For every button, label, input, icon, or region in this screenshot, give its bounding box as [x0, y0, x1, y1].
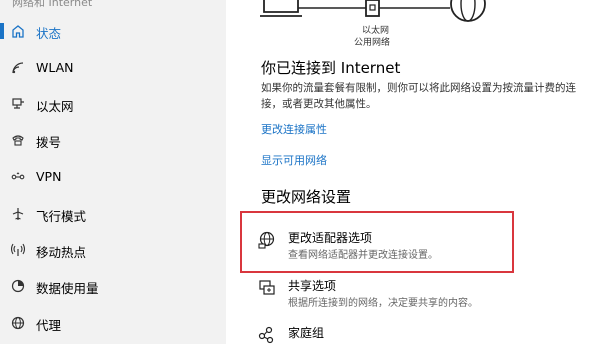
- sidebar-item-data-usage[interactable]: 数据使用量: [0, 271, 226, 301]
- homegroup-icon: [258, 326, 276, 344]
- sharing-options[interactable]: 共享选项 根据所连接到的网络，决定要共享的内容。: [258, 277, 588, 317]
- home-icon: [10, 24, 26, 38]
- change-adapter-options[interactable]: 更改适配器选项 查看网络适配器并更改连接设置。: [258, 229, 588, 269]
- option-description: 查看网络适配器并更改连接设置。: [288, 250, 438, 261]
- network-diagram: [260, 0, 486, 22]
- show-available-networks-link[interactable]: 显示可用网络: [261, 152, 327, 168]
- sidebar-item-wlan[interactable]: WLAN: [0, 53, 226, 83]
- option-description: 根据所连接到的网络，决定要共享的内容。: [288, 298, 478, 309]
- main-content: 以太网 公用网络 你已连接到 Internet 如果你的流量套餐有限制，则你可以…: [226, 0, 614, 344]
- sidebar: 网络和 Internet 状态 WLAN 以太网 拨号 VPN 飞行模式 移动热…: [0, 0, 226, 344]
- data-usage-icon: [10, 279, 26, 293]
- dialup-icon: [10, 133, 26, 147]
- sidebar-item-vpn[interactable]: VPN: [0, 162, 226, 192]
- sidebar-item-dialup[interactable]: 拨号: [0, 125, 226, 155]
- sidebar-item-label: 飞行模式: [36, 209, 87, 224]
- option-title: 共享选项: [288, 279, 337, 293]
- sidebar-item-label: 拨号: [36, 135, 62, 150]
- change-network-settings-heading: 更改网络设置: [261, 188, 352, 206]
- homegroup-option[interactable]: 家庭组: [258, 324, 588, 364]
- airplane-icon: [10, 207, 26, 221]
- sidebar-item-status[interactable]: 状态: [0, 16, 226, 46]
- hotspot-icon: [10, 243, 26, 257]
- status-heading: 你已连接到 Internet: [261, 59, 401, 77]
- sidebar-header: 网络和 Internet: [12, 0, 93, 9]
- globe-icon: [10, 316, 26, 330]
- sidebar-item-label: 移动热点: [36, 245, 87, 260]
- change-connection-properties-link[interactable]: 更改连接属性: [261, 121, 327, 137]
- ethernet-icon: [10, 97, 26, 111]
- sidebar-item-hotspot[interactable]: 移动热点: [0, 235, 226, 265]
- sidebar-item-label: 以太网: [36, 99, 74, 114]
- sidebar-item-label: 代理: [36, 318, 62, 333]
- sidebar-item-label: 数据使用量: [36, 281, 99, 296]
- computer-icon: [263, 0, 299, 13]
- option-title: 家庭组: [288, 326, 325, 340]
- network-type: 公用网络: [354, 38, 391, 48]
- sidebar-item-label: VPN: [36, 169, 62, 184]
- sidebar-item-label: WLAN: [36, 60, 74, 75]
- wifi-icon: [10, 61, 26, 75]
- sidebar-item-proxy[interactable]: 代理: [0, 308, 226, 338]
- vpn-icon: [10, 170, 26, 184]
- internet-globe-icon: [450, 0, 486, 22]
- sidebar-item-ethernet[interactable]: 以太网: [0, 89, 226, 119]
- status-description: 如果你的流量套餐有限制，则你可以将此网络设置为按流量计费的连接，或者更改其他属性…: [261, 82, 576, 110]
- sidebar-item-airplane[interactable]: 飞行模式: [0, 199, 226, 229]
- sidebar-item-label: 状态: [36, 26, 62, 41]
- sharing-icon: [258, 279, 276, 297]
- router-icon: [365, 0, 380, 17]
- adapter-icon: [258, 231, 276, 249]
- option-title: 更改适配器选项: [288, 231, 373, 245]
